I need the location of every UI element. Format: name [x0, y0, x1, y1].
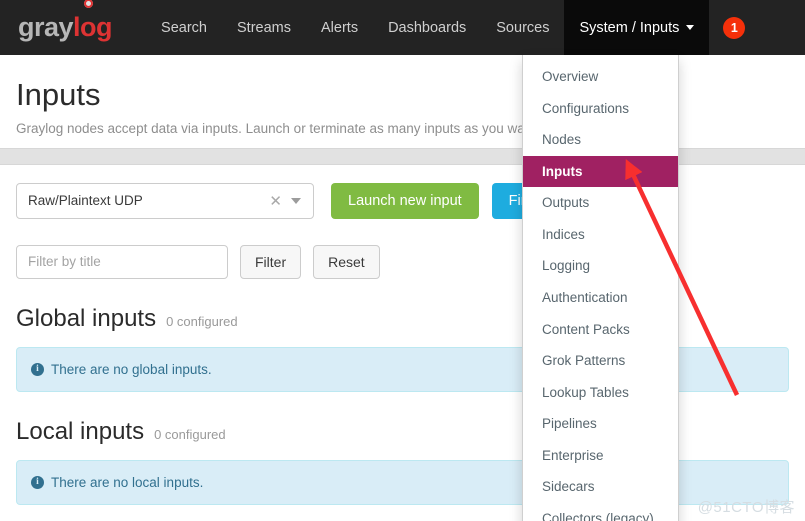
- local-inputs-title: Local inputs: [16, 417, 145, 445]
- dropdown-item-lookup-tables[interactable]: Lookup Tables: [523, 377, 678, 409]
- local-inputs-empty-text: There are no local inputs.: [51, 474, 204, 490]
- notification-badge[interactable]: 1: [723, 16, 746, 39]
- dropdown-item-nodes[interactable]: Nodes: [523, 124, 678, 156]
- input-type-select[interactable]: Raw/Plaintext UDP ✕: [16, 182, 314, 219]
- logo-text-log: log: [73, 0, 113, 43]
- global-inputs-empty-text: There are no global inputs.: [51, 361, 212, 377]
- nav-item-dashboards[interactable]: Dashboards: [373, 0, 481, 55]
- logo-text-log-label: log: [73, 12, 113, 42]
- global-inputs-title: Global inputs: [16, 304, 157, 332]
- dropdown-item-sidecars[interactable]: Sidecars: [523, 471, 678, 503]
- filter-row: Filter Reset: [0, 219, 805, 279]
- nav-item-label: Streams: [237, 19, 291, 36]
- action-row: Raw/Plaintext UDP ✕ Launch new input Fin…: [0, 165, 805, 219]
- dropdown-item-indices[interactable]: Indices: [523, 219, 678, 251]
- dropdown-item-logging[interactable]: Logging: [523, 250, 678, 282]
- nav-item-search[interactable]: Search: [146, 0, 222, 55]
- close-icon[interactable]: ✕: [262, 192, 289, 210]
- local-inputs-section: Local inputs 0 configured i There are no…: [0, 418, 805, 505]
- dropdown-item-enterprise[interactable]: Enterprise: [523, 440, 678, 472]
- logo-mark-icon: [84, 0, 94, 8]
- nav-item-label: System / Inputs: [579, 19, 680, 36]
- dropdown-item-content-packs[interactable]: Content Packs: [523, 314, 678, 346]
- filter-button[interactable]: Filter: [240, 244, 302, 279]
- nav-item-label: Dashboards: [388, 19, 467, 36]
- nav-links: Search Streams Alerts Dashboards Sources Syst…: [146, 0, 710, 55]
- global-inputs-section: Global inputs 0 configured i There are n…: [0, 305, 805, 392]
- dropdown-item-inputs[interactable]: Inputs: [523, 155, 678, 188]
- top-navigation-bar: gray log Search Streams Alerts Dashboards So…: [0, 0, 805, 55]
- nav-item-label: Alerts: [321, 19, 359, 36]
- nav-item-alerts[interactable]: Alerts: [306, 0, 373, 55]
- filter-by-title-input[interactable]: [16, 244, 228, 279]
- info-icon: i: [31, 475, 44, 489]
- chevron-down-icon: [686, 25, 695, 30]
- input-type-select-value: Raw/Plaintext UDP: [28, 193, 143, 209]
- dropdown-item-authentication[interactable]: Authentication: [523, 282, 678, 314]
- dropdown-item-pipelines[interactable]: Pipelines: [523, 408, 678, 440]
- nav-item-streams[interactable]: Streams: [222, 0, 306, 55]
- nav-item-sources[interactable]: Sources: [481, 0, 564, 55]
- info-icon: i: [31, 362, 44, 376]
- dropdown-item-outputs[interactable]: Outputs: [523, 187, 678, 219]
- app-root: gray log Search Streams Alerts Dashboards So…: [0, 0, 805, 521]
- local-inputs-count: 0 configured: [154, 426, 226, 442]
- dropdown-item-grok-patterns[interactable]: Grok Patterns: [523, 345, 678, 377]
- launch-new-input-button[interactable]: Launch new input: [331, 182, 479, 219]
- system-dropdown-menu: Overview Configurations Nodes Inputs Outputs…: [522, 55, 679, 521]
- chevron-down-icon[interactable]: [291, 197, 301, 204]
- page-header: Inputs Graylog nodes accept data via inp…: [0, 55, 805, 136]
- dropdown-item-collectors-legacy[interactable]: Collectors (legacy): [523, 503, 678, 521]
- dropdown-item-overview[interactable]: Overview: [523, 61, 678, 93]
- dropdown-item-configurations[interactable]: Configurations: [523, 93, 678, 125]
- graylog-logo[interactable]: gray log: [18, 0, 113, 43]
- reset-button[interactable]: Reset: [313, 244, 380, 279]
- global-inputs-count: 0 configured: [166, 313, 238, 329]
- logo-text-gray: gray: [18, 12, 74, 42]
- page-content: Inputs Graylog nodes accept data via inp…: [0, 55, 805, 505]
- nav-item-label: Sources: [496, 19, 550, 36]
- header-divider: [0, 147, 805, 165]
- nav-item-system-inputs[interactable]: System / Inputs: [564, 0, 710, 55]
- watermark-text: @51CTO博客: [697, 499, 795, 516]
- nav-item-label: Search: [161, 19, 207, 36]
